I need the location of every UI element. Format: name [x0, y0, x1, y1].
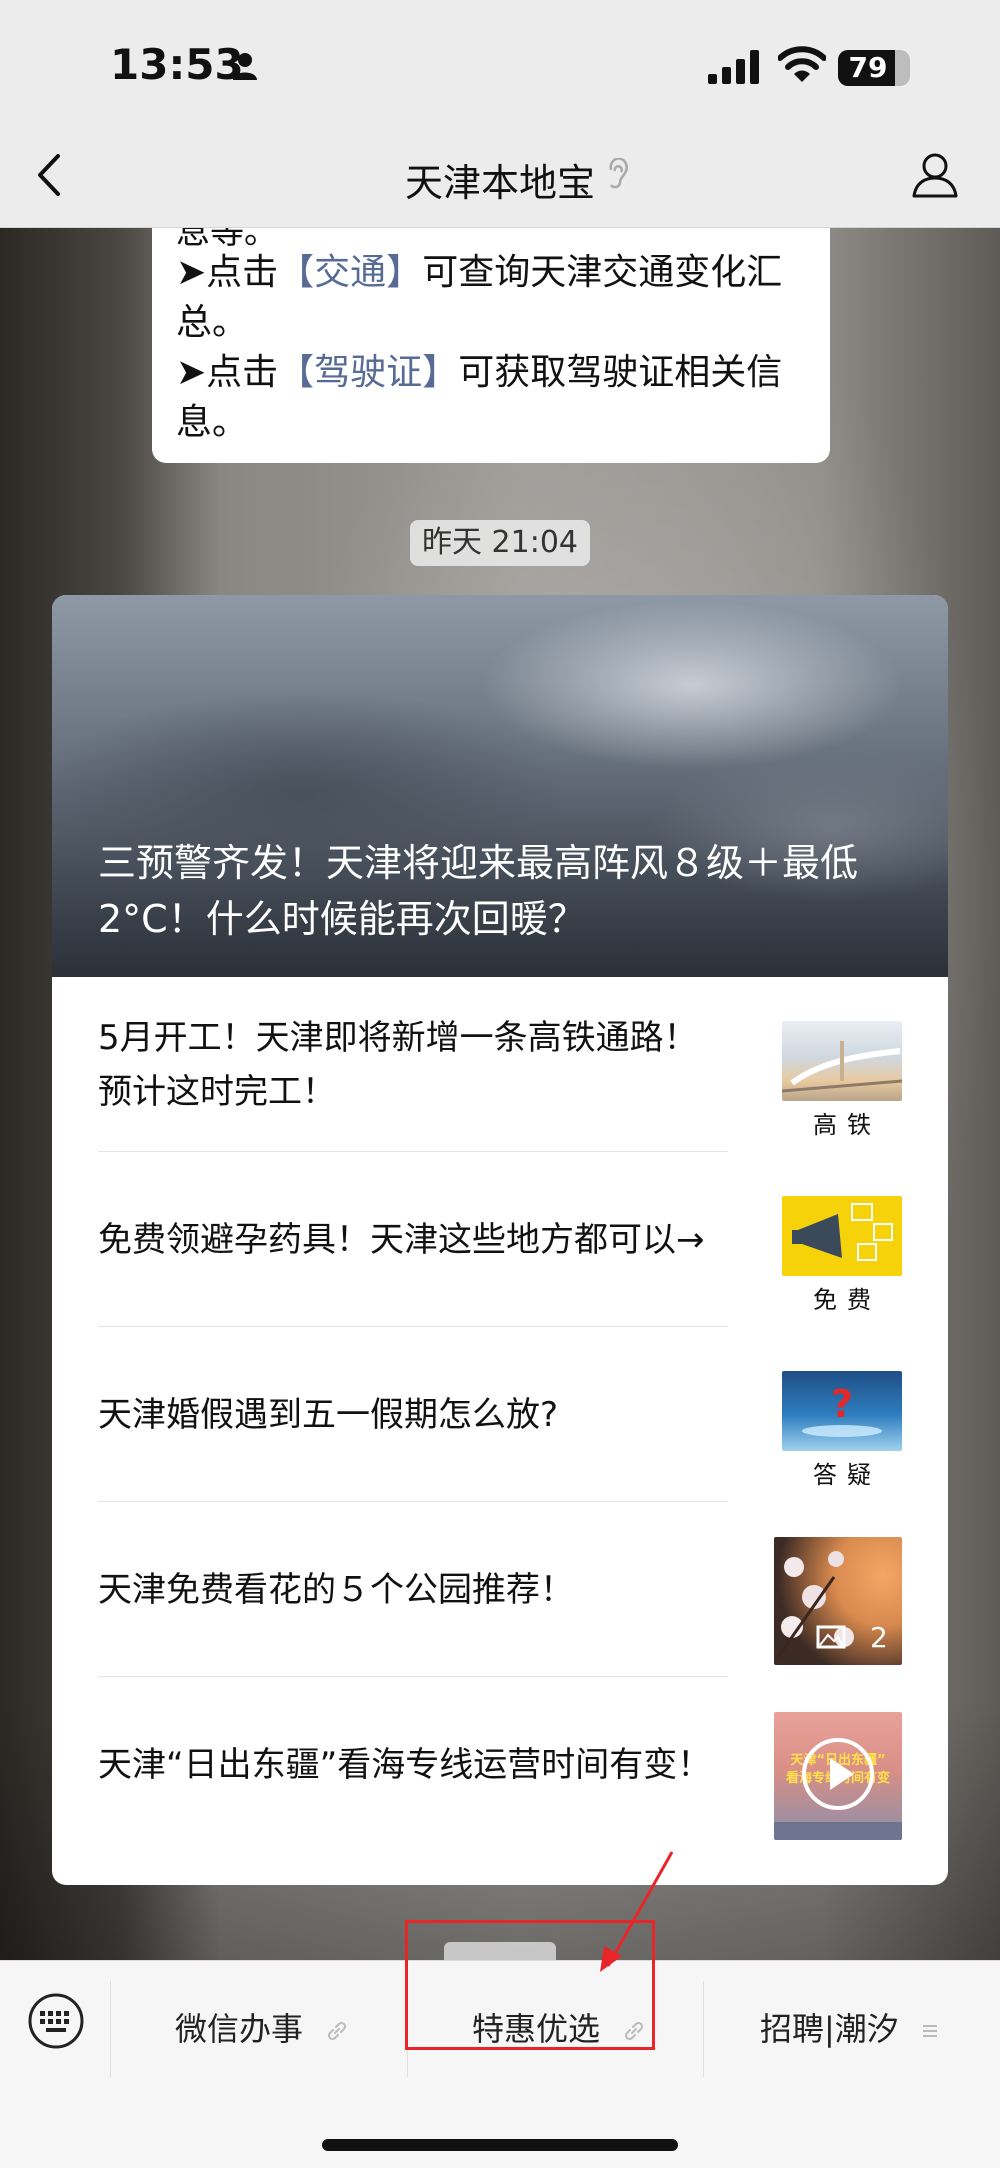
home-indicator: [322, 2139, 678, 2151]
person-status-icon: [233, 53, 257, 80]
hero-article-title: 三预警齐发！天津将迎来最高阵风８级＋最低2°C！什么时候能再次回暖？: [98, 841, 859, 941]
gallery-count: 2: [870, 1621, 888, 1654]
message-text: 可查询天津交通变化汇: [422, 252, 783, 293]
thumbnail-label: 免费: [813, 1286, 881, 1314]
flowers-photo-thumbnail: 2: [774, 1537, 902, 1665]
chat-title: 天津本地宝: [404, 161, 595, 205]
message-timestamp: 昨天 21:04: [410, 520, 590, 566]
menu-label: 微信办事: [175, 2010, 304, 2048]
profile-icon[interactable]: [910, 150, 960, 200]
question-mark-thumbnail: ?: [782, 1371, 902, 1451]
top-bar: 13:53 79 天津本地宝: [0, 0, 1000, 228]
high-speed-train-thumbnail: [782, 1021, 902, 1101]
battery-indicator: 79: [838, 50, 910, 86]
menu-jobs-tides[interactable]: 招聘|潮汐: [760, 2005, 939, 2053]
traffic-link[interactable]: 【交通】: [278, 252, 422, 293]
submenu-icon: [922, 2025, 937, 2037]
link-icon: [328, 2021, 347, 2041]
article-title: 天津婚假遇到五一假期怎么放?: [98, 1394, 559, 1435]
message-line-traffic-cont: 总。: [176, 302, 249, 343]
message-text: ➤点击: [176, 252, 279, 293]
article-title: 天津“日出东疆”看海专线运营时间有变！: [98, 1744, 712, 1785]
battery-level: 79: [848, 51, 888, 84]
article-title: 5月开工！天津即将新增一条高铁通路！预计这时完工！: [98, 1017, 698, 1112]
cellular-signal-icon: [708, 50, 759, 84]
thumbnail-label: 高铁: [813, 1111, 881, 1139]
menu-label: 招聘|潮汐: [760, 2010, 899, 2048]
message-text: 可获取驾驶证相关信: [458, 352, 783, 393]
message-text: ➤点击: [176, 352, 279, 393]
message-line-traffic: ➤点击【交通】可查询天津交通变化汇: [176, 248, 806, 298]
megaphone-thumbnail: [782, 1196, 902, 1276]
svg-text:?: ?: [831, 1382, 853, 1426]
ear-mode-icon: [609, 158, 628, 189]
message-line-license-cont: 息。: [176, 402, 249, 443]
status-time: 13:53: [110, 40, 244, 89]
article-title: 免费领避孕药具！天津这些地方都可以→: [98, 1219, 705, 1260]
video-thumbnail: 天津“日出东疆” 看海专线时间有变: [774, 1712, 902, 1840]
keyboard-icon[interactable]: [26, 1991, 86, 2051]
menu-wechat-services[interactable]: 微信办事: [175, 2005, 349, 2053]
text-message-bubble: 息等。 ➤点击【交通】可查询天津交通变化汇 总。 ➤点击【驾驶证】可获取驾驶证相…: [152, 228, 830, 463]
article-title: 天津免费看花的５个公园推荐！: [98, 1569, 574, 1610]
hero-article[interactable]: 三预警齐发！天津将迎来最高阵风８级＋最低2°C！什么时候能再次回暖？: [52, 595, 948, 977]
red-arrow-annotation: [600, 1851, 674, 1972]
article-card: 三预警齐发！天津将迎来最高阵风８级＋最低2°C！什么时候能再次回暖？ 5月开工！…: [52, 595, 948, 1885]
wifi-icon: [778, 46, 826, 82]
driver-license-link[interactable]: 【驾驶证】: [278, 352, 458, 393]
thumbnail-label: 答疑: [813, 1461, 881, 1489]
message-line-license: ➤点击【驾驶证】可获取驾驶证相关信: [176, 348, 806, 398]
